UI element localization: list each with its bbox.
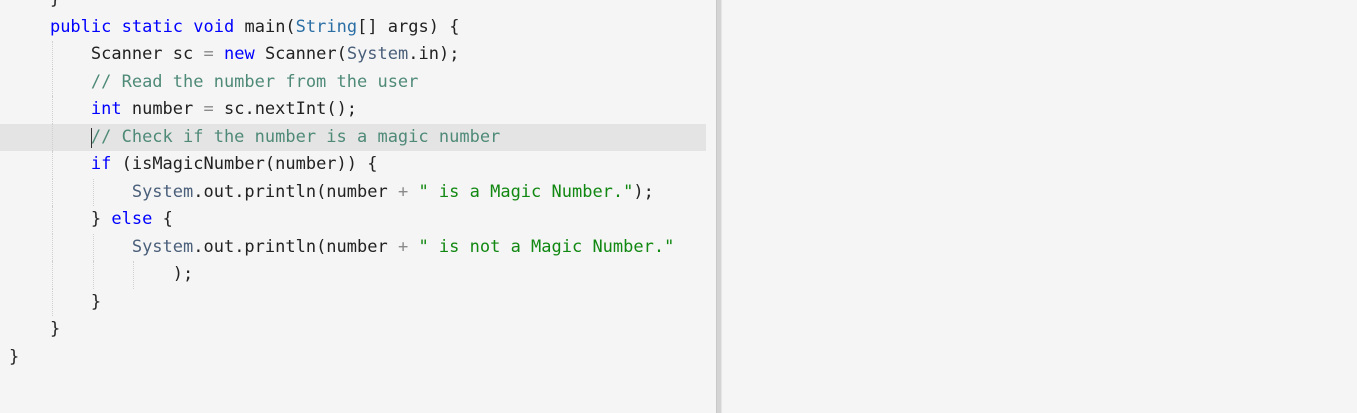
indent-guide [51, 41, 53, 69]
indentation [9, 17, 50, 37]
indentation [9, 154, 91, 174]
code-token: { [152, 209, 173, 229]
code-token: new [223, 44, 255, 64]
code-line[interactable]: } [9, 0, 709, 14]
code-token: .in); [408, 44, 460, 64]
code-token: void [193, 16, 235, 37]
indent-guide [51, 151, 53, 179]
code-line[interactable]: Scanner sc = new Scanner(System.in); [9, 41, 709, 69]
code-token: main( [234, 16, 296, 37]
code-token: " is a Magic Number." [418, 181, 634, 202]
code-token: (isMagicNumber(number)) { [111, 154, 378, 174]
current-code-line[interactable]: // Check if the number is a magic number [0, 123, 706, 151]
code-line[interactable]: if (isMagicNumber(number)) { [9, 151, 709, 179]
code-line[interactable]: int number = sc.nextInt(); [9, 96, 709, 124]
indentation [9, 127, 91, 147]
right-pane [722, 0, 1357, 413]
code-editor-pane[interactable]: } public static void main(String[] args)… [0, 0, 716, 413]
indent-guide [51, 288, 53, 316]
code-token: sc.nextInt(); [213, 99, 358, 119]
code-token: public [49, 16, 112, 37]
indentation [9, 292, 91, 312]
code-token: + [397, 181, 409, 202]
indent-guide [51, 206, 53, 234]
indent-guide [92, 178, 94, 206]
indent-guide [133, 261, 135, 289]
code-token: } [90, 209, 112, 229]
indent-guide [51, 68, 53, 96]
code-token: } [9, 346, 20, 367]
code-token: ); [633, 181, 654, 202]
indentation [9, 0, 50, 9]
code-token: else [111, 209, 153, 229]
code-token: .out.println(number [193, 181, 398, 202]
indentation [9, 237, 132, 257]
code-token: = [203, 44, 214, 64]
code-token: System [131, 181, 194, 202]
indentation [9, 44, 91, 64]
code-token: int [90, 99, 122, 119]
code-token: if [90, 154, 112, 174]
code-token: System [346, 44, 409, 64]
code-token: // Read the number from the user [90, 71, 419, 92]
code-token: Scanner( [254, 44, 347, 64]
indent-guide [51, 178, 53, 206]
indent-guide [51, 233, 53, 261]
code-line[interactable]: public static void main(String[] args) { [9, 14, 709, 42]
indentation [9, 209, 91, 229]
code-line[interactable]: System.out.println(number + " is not a M… [9, 233, 709, 261]
indentation [9, 182, 132, 202]
code-token: } [49, 319, 61, 339]
code-token: ); [172, 264, 194, 284]
code-token: System [131, 236, 194, 257]
indent-guide [92, 233, 94, 261]
indentation [9, 72, 91, 92]
code-line[interactable]: } [9, 288, 709, 316]
indent-guide [92, 261, 94, 289]
code-line[interactable]: } else { [9, 206, 709, 234]
code-token: = [203, 99, 214, 119]
text-caret [90, 127, 92, 148]
indent-guide [51, 123, 53, 151]
code-token: Scanner sc [90, 44, 204, 64]
indentation [9, 319, 50, 339]
code-token: " is not a Magic Number." [418, 236, 675, 257]
code-token: number [121, 99, 204, 119]
code-token: } [50, 0, 60, 9]
indentation [9, 99, 91, 119]
code-token: + [397, 236, 409, 257]
indent-guide [51, 96, 53, 124]
code-token: // Check if the number is a magic number [90, 126, 501, 147]
code-line[interactable]: // Read the number from the user [9, 68, 709, 96]
code-line[interactable]: } [9, 344, 709, 372]
code-line[interactable]: System.out.println(number + " is a Magic… [9, 178, 709, 206]
code-token: .out.println(number [193, 236, 398, 257]
indent-guide [51, 261, 53, 289]
code-line[interactable]: } [9, 316, 709, 344]
code-token: String [295, 16, 358, 37]
indentation [9, 264, 173, 284]
code-line[interactable]: ); [9, 261, 709, 289]
code-token: } [90, 291, 102, 312]
code-token: [] args) { [357, 16, 460, 37]
code-token: static [121, 16, 184, 37]
code-area[interactable]: } public static void main(String[] args)… [0, 0, 709, 372]
